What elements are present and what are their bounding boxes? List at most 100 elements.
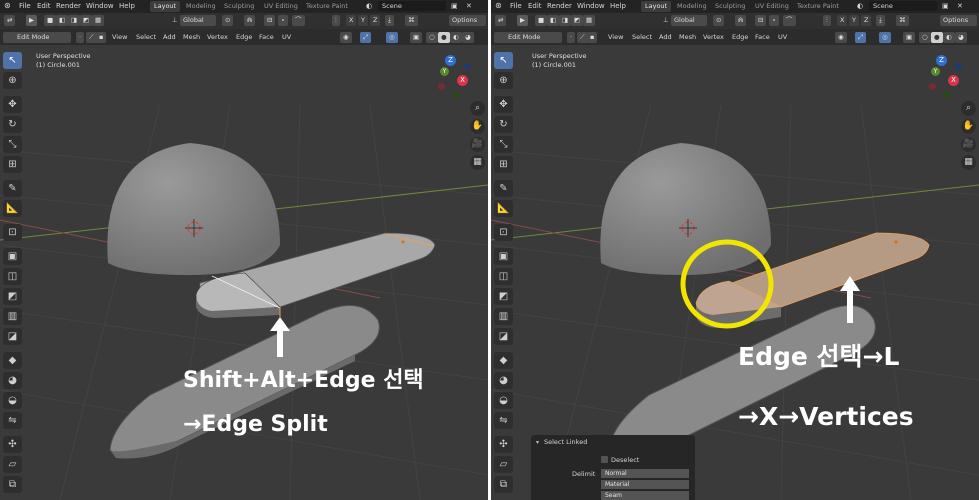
visibility-icon[interactable]: ◉ xyxy=(835,32,847,43)
shading-solid-icon[interactable]: ● xyxy=(438,32,450,43)
tab-texture-paint[interactable]: Texture Paint xyxy=(793,1,843,12)
gizmo-neg-x[interactable] xyxy=(438,83,445,90)
select-tool-icon[interactable]: ↖ xyxy=(3,52,22,69)
mirror-x[interactable]: X xyxy=(346,15,357,26)
new-scene-icon[interactable]: ▣ xyxy=(451,2,458,10)
mirror-y[interactable]: Y xyxy=(849,15,859,26)
editor-type-icon[interactable]: ⇄ xyxy=(495,15,507,26)
menu-view[interactable]: View xyxy=(112,33,127,41)
gizmo-x-axis[interactable]: X xyxy=(948,75,959,86)
remove-scene-icon[interactable]: ✕ xyxy=(466,2,472,10)
3d-viewport[interactable]: User Perspective (1) Circle.001 Z Y X ⌕ … xyxy=(491,45,979,500)
scale-tool-icon[interactable]: ⤡ xyxy=(494,136,513,153)
proportional-falloff-icon[interactable]: ⌒ xyxy=(292,15,305,26)
select-mode-intersect-icon[interactable]: ▦ xyxy=(92,15,105,26)
select-mode-extend-icon[interactable]: ◧ xyxy=(547,15,560,26)
menu-help[interactable]: Help xyxy=(610,2,626,10)
menu-uv[interactable]: UV xyxy=(282,33,291,41)
camera-view-icon[interactable]: 🎥 xyxy=(470,137,485,152)
proportional-falloff-icon[interactable]: ⌒ xyxy=(783,15,796,26)
smooth-tool-icon[interactable]: ◒ xyxy=(494,392,513,409)
keying-icon[interactable]: ⌘ xyxy=(896,15,909,26)
menu-edit[interactable]: Edit xyxy=(528,2,542,10)
menu-file[interactable]: File xyxy=(19,2,31,10)
inset-tool-icon[interactable]: ◫ xyxy=(3,268,22,285)
menu-mesh[interactable]: Mesh xyxy=(183,33,200,41)
select-mode-new-icon[interactable]: ■ xyxy=(44,15,57,26)
menu-add[interactable]: Add xyxy=(163,33,176,41)
menu-file[interactable]: File xyxy=(510,2,522,10)
new-scene-icon[interactable]: ▣ xyxy=(942,2,949,10)
shear-tool-icon[interactable]: ▱ xyxy=(3,456,22,473)
annotate-tool-icon[interactable]: ✎ xyxy=(3,180,22,197)
shading-wire-icon[interactable]: ○ xyxy=(426,32,438,43)
annotate-tool-icon[interactable]: ✎ xyxy=(494,180,513,197)
mirror-z[interactable]: Z xyxy=(861,15,872,26)
snap-target-icon[interactable]: ⊟ xyxy=(755,15,767,26)
select-box-icon[interactable]: ▶ xyxy=(517,15,528,26)
options-dropdown[interactable]: Options xyxy=(449,15,486,26)
menu-render[interactable]: Render xyxy=(56,2,81,10)
menu-vertex[interactable]: Vertex xyxy=(703,33,724,41)
cursor-tool-icon[interactable]: ⊕ xyxy=(3,72,22,89)
transform-tool-icon[interactable]: ⊞ xyxy=(494,156,513,173)
proportional-edit-icon[interactable]: ∘ xyxy=(278,15,289,26)
edge-slide-tool-icon[interactable]: ⇋ xyxy=(3,412,22,429)
visibility-icon[interactable]: ◉ xyxy=(340,32,352,43)
mirror-icon[interactable]: ⫶ xyxy=(823,15,831,26)
menu-help[interactable]: Help xyxy=(119,2,135,10)
select-mode-invert-icon[interactable]: ◩ xyxy=(571,15,584,26)
shading-render-icon[interactable]: ◕ xyxy=(955,32,967,43)
tab-modeling[interactable]: Modeling xyxy=(182,1,220,12)
menu-edge[interactable]: Edge xyxy=(236,33,252,41)
face-select-icon[interactable]: ▪ xyxy=(587,32,598,43)
blender-logo-icon[interactable]: ⊛ xyxy=(495,1,502,10)
camera-view-icon[interactable]: 🎥 xyxy=(961,137,976,152)
gizmo-neg-x[interactable] xyxy=(929,83,936,90)
tab-texture-paint[interactable]: Texture Paint xyxy=(302,1,352,12)
menu-mesh[interactable]: Mesh xyxy=(679,33,696,41)
menu-view[interactable]: View xyxy=(608,33,623,41)
mode-dropdown[interactable]: Edit Mode xyxy=(494,32,562,43)
measure-tool-icon[interactable]: 📐 xyxy=(494,200,513,217)
navigation-gizmo[interactable]: Z Y X xyxy=(927,55,971,101)
remove-scene-icon[interactable]: ✕ xyxy=(957,2,963,10)
perspective-grid-icon[interactable]: ▦ xyxy=(470,155,485,170)
menu-face[interactable]: Face xyxy=(755,33,770,41)
shading-wire-icon[interactable]: ○ xyxy=(919,32,931,43)
add-cube-tool-icon[interactable]: ⊡ xyxy=(494,224,513,241)
menu-uv[interactable]: UV xyxy=(778,33,787,41)
edge-select-icon[interactable]: ⟋ xyxy=(577,32,588,43)
gizmo-y-axis[interactable]: Y xyxy=(931,67,940,76)
transform-orientation-dropdown[interactable]: Global xyxy=(671,15,707,26)
gizmo-neg-z[interactable] xyxy=(955,63,962,70)
tab-sculpting[interactable]: Sculpting xyxy=(711,1,749,12)
collapse-arrow-icon[interactable]: ▾ xyxy=(536,439,539,446)
add-cube-tool-icon[interactable]: ⊡ xyxy=(3,224,22,241)
shading-material-icon[interactable]: ◐ xyxy=(450,32,462,43)
perspective-grid-icon[interactable]: ▦ xyxy=(961,155,976,170)
auto-merge-icon[interactable]: ⤓ xyxy=(876,15,885,26)
gizmo-neg-z[interactable] xyxy=(464,63,471,70)
rotate-tool-icon[interactable]: ↻ xyxy=(3,116,22,133)
pan-hand-icon[interactable]: ✋ xyxy=(470,119,485,134)
measure-tool-icon[interactable]: 📐 xyxy=(3,200,22,217)
poly-build-tool-icon[interactable]: ◆ xyxy=(3,352,22,369)
select-linked-title[interactable]: Select Linked xyxy=(544,438,587,446)
select-box-icon[interactable]: ▶ xyxy=(26,15,37,26)
gizmo-neg-y[interactable] xyxy=(452,91,459,98)
3d-viewport[interactable]: User Perspective (1) Circle.001 Z Y X ⌕ … xyxy=(0,45,488,500)
overlay-toggle-icon[interactable]: ◎ xyxy=(879,32,891,43)
shading-render-icon[interactable]: ◕ xyxy=(462,32,474,43)
select-mode-subtract-icon[interactable]: ◨ xyxy=(68,15,81,26)
loop-cut-tool-icon[interactable]: ▥ xyxy=(494,308,513,325)
blender-logo-icon[interactable]: ⊛ xyxy=(4,1,11,10)
knife-tool-icon[interactable]: ◪ xyxy=(3,328,22,345)
pan-hand-icon[interactable]: ✋ xyxy=(961,119,976,134)
shading-solid-icon[interactable]: ● xyxy=(931,32,943,43)
zoom-icon[interactable]: ⌕ xyxy=(470,101,485,116)
extrude-tool-icon[interactable]: ▣ xyxy=(494,248,513,265)
menu-add[interactable]: Add xyxy=(659,33,672,41)
mirror-x[interactable]: X xyxy=(837,15,848,26)
gizmo-y-axis[interactable]: Y xyxy=(440,67,449,76)
